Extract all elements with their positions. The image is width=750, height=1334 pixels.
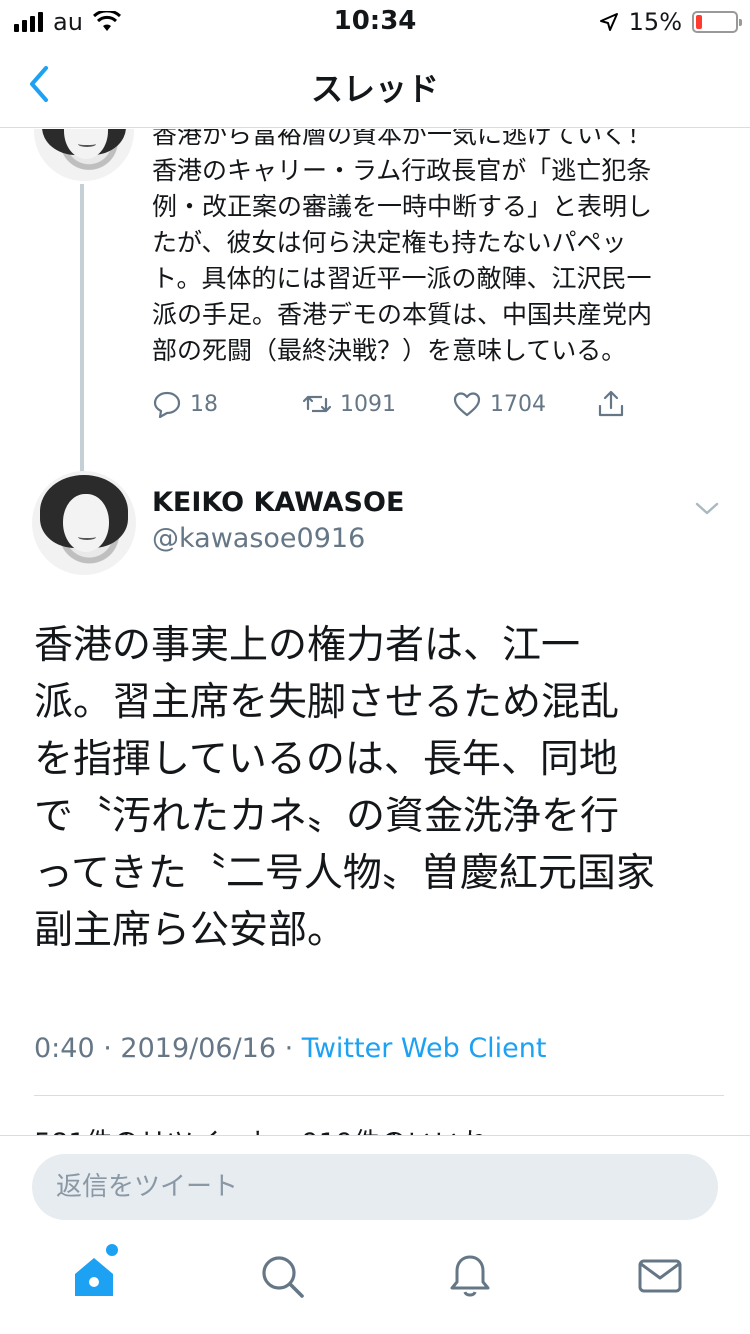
author-name[interactable]: KEIKO KAWASOE [152,487,404,518]
search-icon [262,1256,304,1298]
reply-count: 18 [190,391,218,417]
tab-bar [0,1230,750,1334]
text-line: で〝汚れたカネ〟の資金洗浄を行 [34,794,620,839]
chevron-down-icon [695,502,719,515]
text-line: 派の手足。香港デモの本質は、中国共産党内 [152,300,653,329]
retweet-icon [302,395,332,413]
tweet-actions: 18 1091 1704 [152,389,672,429]
location-arrow-icon [599,13,618,31]
thread-content[interactable]: 香港から富裕層の資本が一気に逃げていく！ 香港のキャリー・ラム行政長官が「逃亡犯… [0,129,750,1135]
reply-bar [0,1135,750,1230]
bell-icon [450,1255,490,1297]
share-icon [598,390,624,417]
nav-bar: スレッド [0,40,750,128]
text-line: 部の死闘（最終決戦？）を意味している。 [152,336,627,365]
text-line: 香港の事実上の権力者は、江一 [34,623,581,668]
tab-home[interactable] [70,1244,118,1300]
tweet-time: 0:40 [34,1033,95,1064]
battery-percent: 15% [628,8,682,36]
envelope-icon [638,1259,682,1293]
engagement-counts[interactable]: 581件のリツイート 919件のいいね [34,1121,488,1135]
page-title: スレッド [310,70,439,108]
tweet-text: 香港の事実上の権力者は、江一 派。習主席を失脚させるため混乱 を指揮しているのは… [34,617,724,959]
home-icon [75,1258,113,1296]
avatar[interactable] [34,129,134,181]
new-dot [106,1244,118,1256]
text-line: 香港から富裕層の資本が一気に逃げていく！ [152,129,653,149]
status-right: 15% [599,8,742,36]
reply-input[interactable] [32,1154,718,1220]
text-line: 副主席ら公安部。 [34,908,347,953]
tweet-menu-button[interactable] [692,493,722,523]
meta-separator: · [284,1033,302,1064]
like-button[interactable]: 1704 [452,389,546,419]
tab-notifications[interactable] [446,1252,494,1300]
status-bar: au 10:34 15% [0,0,750,40]
avatar[interactable] [32,471,136,575]
heart-icon [453,392,481,417]
battery-icon [692,11,742,33]
previous-tweet-text: 香港から富裕層の資本が一気に逃げていく！ 香港のキャリー・ラム行政長官が「逃亡犯… [152,129,732,369]
text-line: ト。具体的には習近平一派の敵陣、江沢民一 [152,264,652,293]
tab-search[interactable] [258,1252,306,1300]
tweet-date: 2019/06/16 [120,1033,277,1064]
tweet-meta: 0:40 · 2019/06/16 · Twitter Web Client [34,1033,546,1064]
share-button[interactable] [596,389,626,419]
thread-connector-line [80,184,84,496]
text-line: ってきた〝二号人物〟曽慶紅元国家 [34,851,655,896]
tab-messages[interactable] [636,1252,684,1300]
reply-icon [153,391,181,419]
like-count: 1704 [490,391,546,417]
client-link[interactable]: Twitter Web Client [302,1033,547,1064]
reply-button[interactable]: 18 [152,389,218,419]
text-line: たが、彼女は何ら決定権も持たないパペッ [152,228,627,257]
author-handle[interactable]: @kawasoe0916 [152,523,365,554]
text-line: を指揮しているのは、長年、同地 [34,737,618,782]
text-line: 例・改正案の審議を一時中断する」と表明し [152,192,653,221]
text-line: 派。習主席を失脚させるため混乱 [34,680,620,725]
divider [34,1095,724,1096]
retweet-count: 1091 [340,391,396,417]
text-line: 香港のキャリー・ラム行政長官が「逃亡犯条 [152,156,652,185]
meta-separator: · [103,1033,121,1064]
retweet-button[interactable]: 1091 [302,389,396,419]
